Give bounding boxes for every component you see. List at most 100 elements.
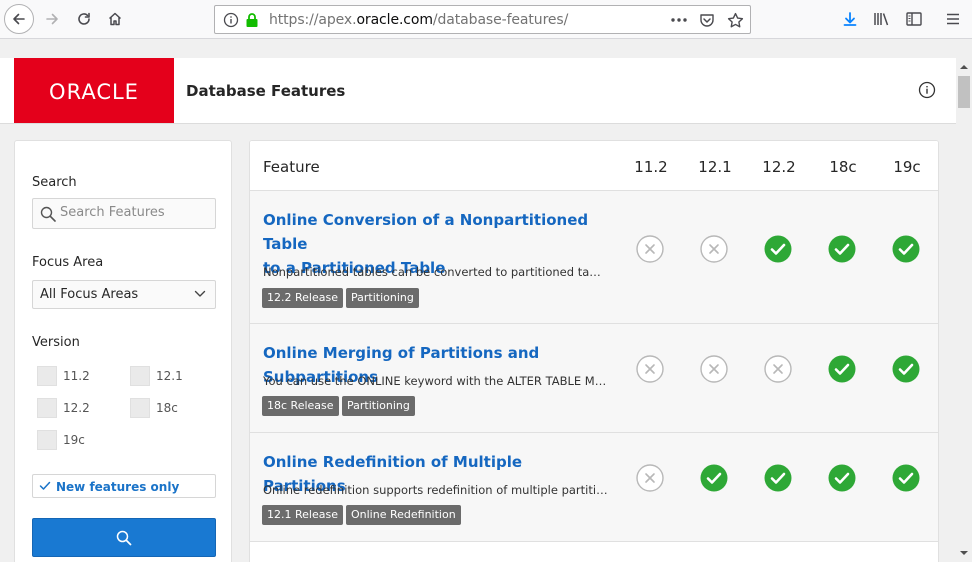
supported-check-icon xyxy=(764,464,792,492)
version-checkbox-12-1[interactable]: 12.1 xyxy=(130,366,183,386)
version-checkbox-11-2[interactable]: 11.2 xyxy=(37,366,90,386)
supported-check-icon xyxy=(892,464,920,492)
back-button[interactable] xyxy=(4,4,34,34)
new-features-label: New features only xyxy=(56,480,180,494)
reload-icon xyxy=(78,12,90,25)
app-header: ORACLE Database Features xyxy=(0,58,956,124)
padlock-icon[interactable] xyxy=(243,11,261,29)
focus-area-value: All Focus Areas xyxy=(40,287,139,302)
feature-table: Feature 11.2 12.1 12.2 18c 19c Online Co… xyxy=(249,140,939,562)
not-supported-x-icon xyxy=(636,235,664,263)
not-supported-x-icon xyxy=(636,464,664,492)
release-tag[interactable]: 18c Release xyxy=(262,396,339,416)
release-tag[interactable]: 12.1 Release xyxy=(262,505,343,525)
help-info-icon[interactable] xyxy=(917,80,937,100)
supported-check-icon xyxy=(892,355,920,383)
table-row: Online Conversion of a Nonpartitioned Ta… xyxy=(250,191,938,324)
pocket-icon[interactable] xyxy=(698,11,716,29)
release-tag[interactable]: 12.2 Release xyxy=(262,288,343,308)
page-title: Database Features xyxy=(186,82,346,100)
checkbox[interactable] xyxy=(37,398,57,418)
column-header-feature[interactable]: Feature xyxy=(263,158,320,176)
search-icon xyxy=(40,206,56,222)
page-scrollbar[interactable] xyxy=(956,58,972,562)
new-features-toggle[interactable]: New features only xyxy=(32,474,216,498)
version-option-label: 11.2 xyxy=(63,369,90,383)
download-arrow-icon xyxy=(843,12,857,26)
downloads-button[interactable] xyxy=(836,5,864,33)
not-supported-x-icon xyxy=(700,355,728,383)
not-supported-x-icon xyxy=(700,235,728,263)
supported-check-icon xyxy=(828,235,856,263)
sidebar-toggle-button[interactable] xyxy=(900,5,928,33)
reload-button[interactable] xyxy=(70,5,98,33)
focus-area-tag[interactable]: Online Redefinition xyxy=(346,505,461,525)
bookmark-star-icon[interactable] xyxy=(726,11,744,29)
search-label: Search xyxy=(32,175,77,190)
column-header-version[interactable]: 19c xyxy=(882,158,932,176)
table-row: Online Redefinition of Multiple Partitio… xyxy=(250,433,938,542)
feature-description: Nonpartitioned tables can be converted t… xyxy=(263,265,608,279)
version-option-label: 18c xyxy=(156,401,178,415)
version-option-label: 19c xyxy=(63,433,85,447)
arrow-left-icon xyxy=(13,13,25,25)
column-header-version[interactable]: 11.2 xyxy=(626,158,676,176)
scroll-thumb[interactable] xyxy=(958,76,970,108)
search-input[interactable] xyxy=(60,205,210,220)
info-circle-icon[interactable] xyxy=(222,11,240,29)
oracle-logo[interactable]: ORACLE xyxy=(14,58,174,123)
oracle-wordmark: ORACLE xyxy=(49,80,139,102)
checkbox[interactable] xyxy=(37,366,57,386)
focus-area-tag[interactable]: Partitioning xyxy=(346,288,419,308)
focus-area-select[interactable]: All Focus Areas xyxy=(32,280,216,309)
url-prefix: https://apex. xyxy=(269,12,357,28)
url-path: /database-features/ xyxy=(432,12,569,28)
chevron-down-icon xyxy=(194,290,206,297)
scroll-down-arrow-icon[interactable] xyxy=(959,548,969,558)
menu-button[interactable] xyxy=(939,5,967,33)
focus-area-label: Focus Area xyxy=(32,255,104,270)
forward-button[interactable] xyxy=(38,5,66,33)
filter-panel: Search Focus Area All Focus Areas Versio… xyxy=(14,140,232,562)
search-field[interactable] xyxy=(32,198,216,229)
address-bar[interactable]: https://apex.oracle.com/database-feature… xyxy=(214,5,751,34)
checkbox[interactable] xyxy=(130,366,150,386)
supported-check-icon xyxy=(892,235,920,263)
column-header-version[interactable]: 18c xyxy=(818,158,868,176)
focus-area-tag[interactable]: Partitioning xyxy=(342,396,415,416)
arrow-right-icon xyxy=(46,13,58,25)
version-label: Version xyxy=(32,335,80,350)
supported-check-icon xyxy=(828,464,856,492)
search-icon xyxy=(116,530,132,545)
search-button[interactable] xyxy=(32,518,216,557)
checkbox[interactable] xyxy=(37,430,57,450)
column-header-version[interactable]: 12.1 xyxy=(690,158,740,176)
scroll-up-arrow-icon[interactable] xyxy=(959,62,969,72)
version-option-label: 12.2 xyxy=(63,401,90,415)
supported-check-icon xyxy=(828,355,856,383)
url-text[interactable]: https://apex.oracle.com/database-feature… xyxy=(269,12,568,28)
more-actions-icon[interactable] xyxy=(670,11,688,29)
sidebar-icon xyxy=(906,12,922,26)
feature-description: You can use the ONLINE keyword with the … xyxy=(263,374,608,388)
supported-check-icon xyxy=(700,464,728,492)
home-button[interactable] xyxy=(101,5,129,33)
feature-description: Online redefinition supports redefinitio… xyxy=(263,483,608,497)
column-header-version[interactable]: 12.2 xyxy=(754,158,804,176)
table-row xyxy=(250,542,938,562)
version-checkbox-18c[interactable]: 18c xyxy=(130,398,178,418)
version-checkbox-12-2[interactable]: 12.2 xyxy=(37,398,90,418)
url-host: oracle.com xyxy=(356,12,433,28)
checkmark-icon xyxy=(39,481,51,490)
table-row: Online Merging of Partitions and Subpart… xyxy=(250,324,938,433)
browser-toolbar: https://apex.oracle.com/database-feature… xyxy=(0,0,972,39)
checkbox[interactable] xyxy=(130,398,150,418)
table-header: Feature 11.2 12.1 12.2 18c 19c xyxy=(250,141,938,191)
not-supported-x-icon xyxy=(764,355,792,383)
version-option-label: 12.1 xyxy=(156,369,183,383)
version-checkbox-19c[interactable]: 19c xyxy=(37,430,85,450)
library-button[interactable] xyxy=(868,5,896,33)
hamburger-menu-icon xyxy=(947,13,959,25)
not-supported-x-icon xyxy=(636,355,664,383)
svg-text:ORACLE: ORACLE xyxy=(49,80,139,102)
